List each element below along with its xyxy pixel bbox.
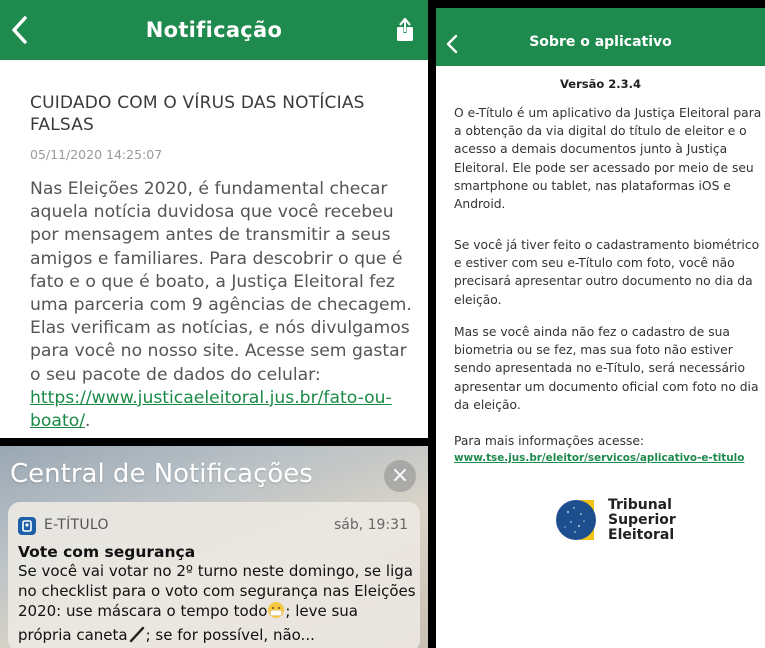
- tse-app-link[interactable]: www.tse.jus.br/eleitor/servicos/aplicati…: [454, 452, 744, 464]
- notification-message: Se você vai votar no 2º turno neste domi…: [18, 562, 416, 648]
- notification-title: Vote com segurança: [18, 543, 196, 561]
- about-paragraph-2: Se você já tiver feito o cadastramento b…: [454, 238, 760, 307]
- about-paragraph-3: Mas se você ainda não fez o cadastro de …: [454, 325, 759, 412]
- notification-body: Nas Eleições 2020, é fundamental checar …: [30, 178, 415, 433]
- share-icon[interactable]: [394, 17, 416, 43]
- app-version: Versão 2.3.4: [560, 77, 641, 91]
- mask-emoji-icon: [267, 601, 285, 625]
- about-screen-title: Sobre o aplicativo: [529, 34, 672, 50]
- link-period: .: [85, 411, 91, 432]
- app-icon: [18, 517, 36, 535]
- pen-emoji-icon: [128, 625, 146, 648]
- about-paragraph-1: O e-Título é um aplicativo da Justiça El…: [454, 106, 762, 212]
- notification-card[interactable]: E-TÍTULO sáb, 19:31 Vote com segurança S…: [8, 502, 420, 648]
- tse-logo-icon: [556, 500, 596, 540]
- notification-headline: CUIDADO COM O VÍRUS DAS NOTÍCIAS FALSAS: [30, 93, 365, 135]
- logo-line-1: Tribunal: [608, 497, 672, 513]
- notification-time: sáb, 19:31: [333, 517, 408, 533]
- about-top-app-bar: Sobre o aplicativo: [436, 8, 765, 66]
- tse-logo-text: Tribunal Superior Eleitoral: [608, 498, 676, 543]
- notification-center-title: Central de Notificações: [10, 459, 313, 489]
- screen-title: Notificação: [145, 18, 283, 42]
- notification-detail-screen: Notificação CUIDADO COM O VÍRUS DAS NOTÍ…: [0, 0, 428, 438]
- about-app-screen: Sobre o aplicativo Versão 2.3.4 O e-Títu…: [436, 8, 765, 648]
- notification-center: Central de Notificações × E-TÍTULO sáb, …: [0, 446, 428, 648]
- notification-body-text: Nas Eleições 2020, é fundamental checar …: [30, 179, 412, 385]
- more-info-label: Para mais informações acesse:: [454, 434, 645, 448]
- app-name: E-TÍTULO: [44, 517, 109, 533]
- logo-line-2: Superior: [608, 512, 676, 528]
- clear-notifications-button[interactable]: ×: [384, 460, 416, 492]
- message-part-3: ; se for possível, não...: [145, 625, 315, 644]
- logo-line-3: Eleitoral: [608, 527, 675, 543]
- notification-date: 05/11/2020 14:25:07: [30, 147, 163, 162]
- top-app-bar: Notificação: [0, 0, 428, 60]
